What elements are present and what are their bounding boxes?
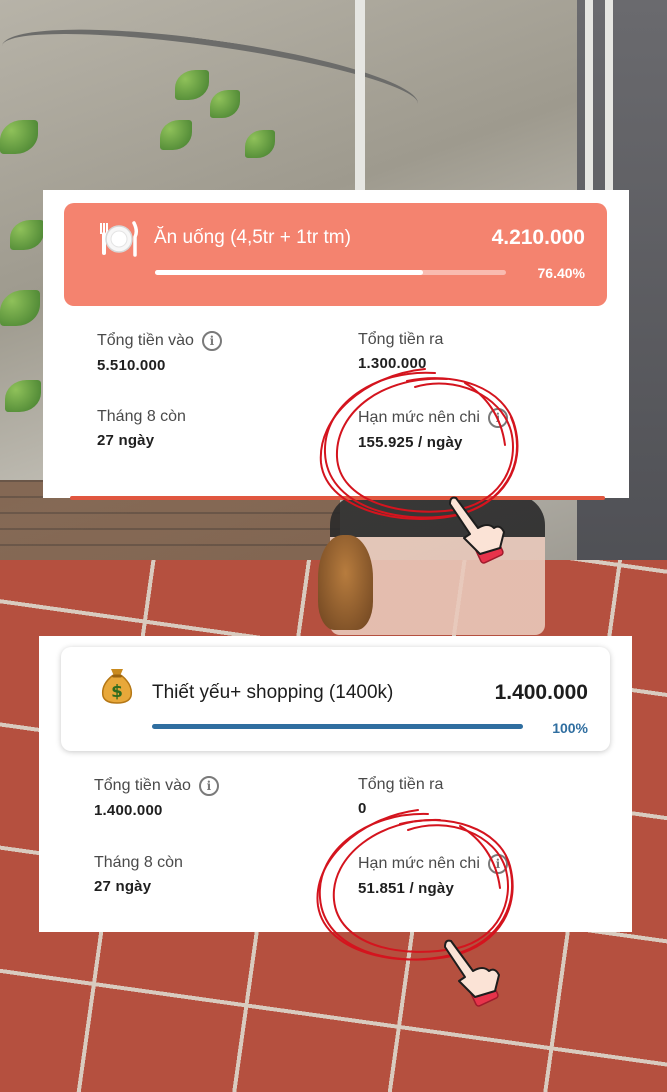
total-out-stat: Tổng tiền ra 0 (358, 776, 443, 817)
total-in-value: 1.400.000 (94, 802, 163, 819)
total-out-value: 1.300.000 (358, 355, 427, 372)
category-name: Thiết yếu+ shopping (1400k) (152, 682, 394, 703)
remaining-days-label: Tháng 8 còn (94, 854, 183, 871)
remaining-days-label: Tháng 8 còn (97, 408, 186, 425)
total-in-stat: Tổng tiền vào i 1.400.000 (94, 776, 219, 819)
budget-card-food[interactable]: Ăn uống (4,5tr + 1tr tm) 4.210.000 76.40… (43, 190, 629, 498)
total-in-stat: Tổng tiền vào i 5.510.000 (97, 331, 222, 374)
total-out-value: 0 (358, 800, 367, 817)
total-in-label: Tổng tiền vào (97, 332, 194, 349)
total-in-label: Tổng tiền vào (94, 777, 191, 794)
plate-cutlery-icon (97, 221, 141, 257)
progress-percent: 100% (552, 720, 588, 736)
daily-limit-label: Hạn mức nên chi (358, 409, 480, 426)
progress-percent: 76.40% (537, 265, 585, 281)
money-bag-icon: $ (99, 665, 135, 705)
pointing-hand-icon (444, 939, 500, 1007)
pointing-hand-icon (449, 496, 505, 564)
daily-limit-value: 51.851 / ngày (358, 880, 454, 897)
total-in-value: 5.510.000 (97, 357, 166, 374)
wall-pipe (585, 0, 593, 190)
remaining-days-value: 27 ngày (94, 878, 152, 895)
category-name: Ăn uống (4,5tr + 1tr tm) (154, 227, 351, 248)
daily-limit-stat: Hạn mức nên chi i 155.925 / ngày (358, 408, 508, 451)
wall-pipe (605, 0, 613, 190)
next-card-edge (70, 496, 605, 500)
budget-card-header[interactable]: Ăn uống (4,5tr + 1tr tm) 4.210.000 76.40… (64, 203, 607, 306)
daily-limit-label: Hạn mức nên chi (358, 855, 480, 872)
info-icon[interactable]: i (201, 331, 222, 351)
daily-limit-stat: Hạn mức nên chi i 51.851 / ngày (358, 854, 508, 897)
budget-card-header[interactable]: $ Thiết yếu+ shopping (1400k) 1.400.000 … (61, 647, 610, 751)
budget-card-shopping[interactable]: $ Thiết yếu+ shopping (1400k) 1.400.000 … (39, 636, 632, 932)
category-amount: 4.210.000 (491, 226, 585, 249)
dog (318, 535, 373, 630)
remaining-days-stat: Tháng 8 còn 27 ngày (97, 408, 186, 449)
info-icon[interactable]: i (487, 408, 508, 428)
remaining-days-value: 27 ngày (97, 432, 155, 449)
total-out-stat: Tổng tiền ra 1.300.000 (358, 331, 443, 372)
remaining-days-stat: Tháng 8 còn 27 ngày (94, 854, 183, 895)
svg-text:$: $ (111, 682, 123, 702)
total-out-label: Tổng tiền ra (358, 776, 444, 793)
progress-bar (152, 724, 523, 729)
progress-bar-fill (155, 270, 424, 275)
daily-limit-value: 155.925 / ngày (358, 434, 463, 451)
info-icon[interactable]: i (198, 776, 219, 796)
wall-pipe (355, 0, 365, 190)
info-icon[interactable]: i (487, 854, 508, 874)
category-amount: 1.400.000 (494, 681, 588, 704)
progress-bar (155, 270, 506, 275)
total-out-label: Tổng tiền ra (358, 331, 444, 348)
progress-bar-fill (152, 724, 523, 729)
